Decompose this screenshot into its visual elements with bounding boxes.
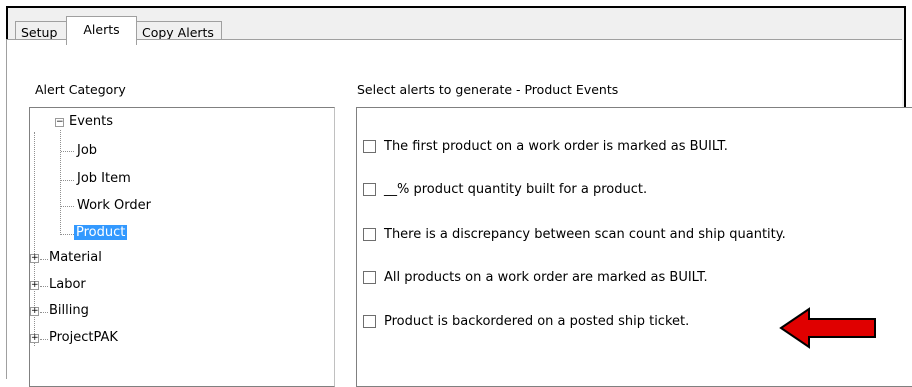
tree-node-labor[interactable]: Labor: [49, 276, 86, 294]
alert-checkbox[interactable]: [363, 228, 376, 241]
alerts-panel-label: Select alerts to generate - Product Even…: [357, 82, 619, 97]
tree-node-job-item[interactable]: Job Item: [77, 170, 131, 188]
tree-node-job[interactable]: Job: [77, 142, 97, 160]
tree-line: [60, 130, 61, 235]
expand-icon[interactable]: +: [30, 281, 39, 290]
alert-checkbox[interactable]: [363, 140, 376, 153]
tree-node-product[interactable]: Product: [74, 224, 128, 242]
tree-node-label: Billing: [49, 303, 89, 318]
alert-item-label: The first product on a work order is mar…: [384, 139, 728, 154]
tree-line: [40, 259, 48, 260]
alert-category-label: Alert Category: [35, 82, 126, 97]
tab-alerts[interactable]: Alerts: [66, 16, 137, 45]
alert-item-label: There is a discrepancy between scan coun…: [384, 227, 786, 242]
tree-line: [61, 206, 74, 207]
tree-node-label: Product: [74, 225, 128, 240]
alert-item-label: All products on a work order are marked …: [384, 270, 708, 285]
tree-line: [40, 286, 48, 287]
tree-node-events[interactable]: Events: [69, 113, 113, 131]
alert-checkbox[interactable]: [363, 315, 376, 328]
tree-node-label: Work Order: [77, 198, 151, 213]
alert-checkbox[interactable]: [363, 271, 376, 284]
tree-node-projectpak[interactable]: ProjectPAK: [49, 329, 118, 347]
tree-node-label: Labor: [49, 277, 86, 292]
tree-line: [40, 339, 48, 340]
tree-node-work-order[interactable]: Work Order: [77, 197, 151, 215]
alert-item-label: __% product quantity built for a product…: [384, 182, 648, 197]
alert-checkbox[interactable]: [363, 183, 376, 196]
left-arrow-icon: [779, 307, 876, 349]
tree-node-label: Job Item: [77, 171, 131, 186]
tree-node-label: ProjectPAK: [49, 330, 118, 345]
alert-item-label: Product is backordered on a posted ship …: [384, 314, 690, 329]
collapse-icon[interactable]: −: [55, 118, 64, 127]
tree-line: [61, 180, 74, 181]
tree-line: [61, 234, 74, 235]
tree-node-label: Events: [69, 114, 114, 129]
expand-icon[interactable]: +: [30, 334, 39, 343]
expand-icon[interactable]: +: [30, 307, 39, 316]
tree-line: [40, 312, 48, 313]
tree-node-label: Material: [49, 250, 102, 265]
tree-node-billing[interactable]: Billing: [49, 302, 89, 320]
tree-line: [61, 151, 74, 152]
tree-node-material[interactable]: Material: [49, 249, 102, 267]
expand-icon[interactable]: +: [30, 254, 39, 263]
tree-node-label: Job: [77, 143, 98, 158]
